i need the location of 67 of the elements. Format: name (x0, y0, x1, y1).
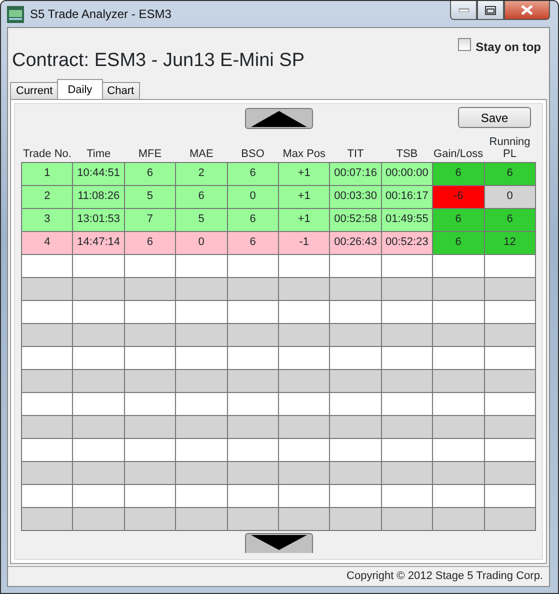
column-header: Max Pos (278, 132, 330, 162)
table-cell: 5 (124, 185, 176, 208)
table-cell: 00:26:43 (330, 231, 382, 254)
table-cell: 6 (484, 162, 536, 185)
column-header: MFE (124, 132, 176, 162)
column-header: TSB (381, 132, 433, 162)
save-button[interactable]: Save (458, 107, 531, 128)
stay-on-top-checkbox[interactable]: Stay on top (458, 38, 541, 80)
table-cell: 1 (22, 162, 73, 185)
column-header: MAE (176, 132, 228, 162)
table-cell: 6 (432, 231, 484, 254)
tab[interactable]: Daily (56, 79, 104, 99)
close-button[interactable] (504, 1, 550, 20)
table-cell: 2 (176, 162, 228, 185)
table-cell: 14:47:14 (72, 231, 124, 254)
window-title: S5 Trade Analyzer - ESM3 (30, 6, 172, 23)
table-cell: 6 (227, 231, 278, 254)
table-cell: 0 (176, 231, 228, 254)
table-cell: 6 (227, 162, 278, 185)
table-cell: 5 (176, 208, 228, 231)
table-cell: 01:49:55 (381, 208, 433, 231)
column-header: Trade No. (22, 132, 73, 162)
table-cell: 6 (124, 162, 176, 185)
tab[interactable]: Chart (101, 82, 140, 99)
table-cell: 6 (227, 208, 278, 231)
table-cell: 6 (432, 162, 484, 185)
close-icon (521, 5, 533, 15)
contract-heading: Contract: ESM3 - Jun13 E-Mini SP (12, 49, 304, 73)
column-header: BSO (227, 132, 278, 162)
table-cell: 4 (22, 231, 73, 254)
table-cell: 12 (484, 231, 536, 254)
table-cell: -6 (432, 185, 484, 208)
table-cell: 7 (124, 208, 176, 231)
table-cell: 00:03:30 (330, 185, 382, 208)
table-cell: 2 (22, 185, 73, 208)
maximize-button[interactable] (477, 1, 504, 20)
table-cell: +1 (278, 208, 330, 231)
table-cell: 11:08:26 (72, 185, 124, 208)
table-cell: 3 (22, 208, 73, 231)
table-cell: 13:01:53 (72, 208, 124, 231)
table-cell: 6 (484, 208, 536, 231)
column-header: Time (72, 132, 124, 162)
table-cell: 6 (432, 208, 484, 231)
minimize-icon (458, 8, 468, 12)
table-cell: +1 (278, 185, 330, 208)
table-cell: 00:16:17 (381, 185, 433, 208)
app-icon (7, 6, 24, 22)
table-cell: 0 (227, 185, 278, 208)
table-cell: 0 (484, 185, 536, 208)
table-cell: 00:07:16 (330, 162, 382, 185)
table-cell: 00:00:00 (381, 162, 433, 185)
column-header: TIT (330, 132, 382, 162)
table-cell: 6 (124, 231, 176, 254)
column-header: Gain/Loss (432, 132, 484, 162)
table-cell: 10:44:51 (72, 162, 124, 185)
tab[interactable]: Current (10, 82, 59, 99)
column-header: Running PL (484, 132, 536, 162)
scroll-down-button[interactable] (244, 532, 312, 552)
table-cell: 00:52:58 (330, 208, 382, 231)
maximize-icon (485, 6, 496, 14)
table-cell: +1 (278, 162, 330, 185)
table-cell: 00:52:23 (381, 231, 433, 254)
table-cell: 6 (176, 185, 228, 208)
minimize-button[interactable] (450, 1, 477, 20)
scroll-up-button[interactable] (244, 108, 312, 129)
copyright-text: Copyright © 2012 Stage 5 Trading Corp. (346, 569, 543, 584)
table-cell: -1 (278, 231, 330, 254)
